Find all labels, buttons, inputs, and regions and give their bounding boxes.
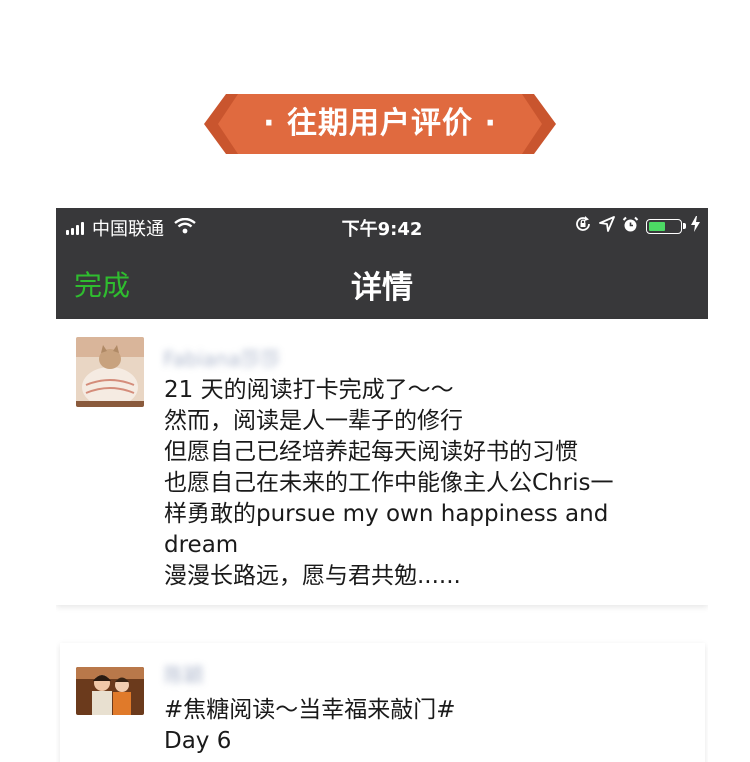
post-card: Fabiana莎莎 21 天的阅读打卡完成了～～ 然而，阅读是人一辈子的修行 但… bbox=[56, 319, 708, 605]
location-icon bbox=[599, 216, 615, 237]
post-line: Day 6 bbox=[164, 728, 232, 754]
charging-icon bbox=[691, 216, 700, 237]
post-line: dream bbox=[164, 532, 239, 558]
status-bar: 中国联通 下午9:42 bbox=[56, 208, 708, 244]
post-line: 样勇敢的pursue my own happiness and bbox=[164, 501, 609, 527]
post-text: #焦糖阅读～当幸福来敲门# Day 6 bbox=[164, 695, 684, 757]
post-line: #焦糖阅读～当幸福来敲门# bbox=[164, 697, 456, 723]
post-line: 漫漫长路远，愿与君共勉...... bbox=[164, 563, 461, 589]
page-title: 详情 bbox=[351, 270, 413, 306]
banner-title: · 往期用户评价 · bbox=[263, 106, 497, 141]
post-card: 陈颖 #焦糖阅读～当幸福来敲门# Day 6 bbox=[60, 643, 705, 762]
user-name[interactable]: 陈颖 bbox=[164, 659, 204, 688]
battery-icon bbox=[646, 219, 686, 234]
post-line: 然而，阅读是人一辈子的修行 bbox=[164, 408, 463, 434]
post-line: 21 天的阅读打卡完成了～～ bbox=[164, 377, 454, 403]
status-right bbox=[574, 215, 700, 238]
avatar[interactable] bbox=[76, 667, 144, 715]
alarm-icon bbox=[622, 216, 639, 238]
nav-bar: 完成 详情 bbox=[56, 244, 708, 319]
post-text: 21 天的阅读打卡完成了～～ 然而，阅读是人一辈子的修行 但愿自己已经培养起每天… bbox=[164, 375, 684, 592]
post-list: Fabiana莎莎 21 天的阅读打卡完成了～～ 然而，阅读是人一辈子的修行 但… bbox=[56, 319, 708, 762]
post-line: 也愿自己在未来的工作中能像主人公Chris一 bbox=[164, 470, 614, 496]
avatar[interactable] bbox=[76, 337, 144, 407]
post-line: 但愿自己已经培养起每天阅读好书的习惯 bbox=[164, 439, 578, 465]
reviews-banner: · 往期用户评价 · bbox=[204, 94, 556, 154]
orientation-lock-icon bbox=[574, 215, 592, 238]
user-name[interactable]: Fabiana莎莎 bbox=[163, 343, 280, 372]
phone-screenshot: 中国联通 下午9:42 完成 详情 Fabiana莎莎 21 天的阅读打卡完成了… bbox=[56, 208, 708, 762]
